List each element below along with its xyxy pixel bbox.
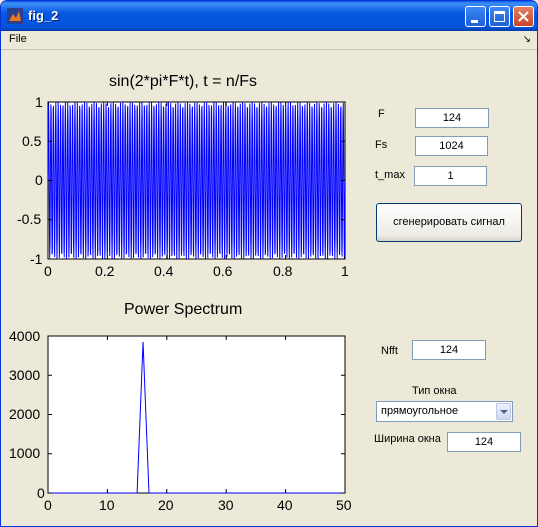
axes2-ytick-label: 2000 <box>9 406 41 422</box>
axes1-xtick-label: 0.6 <box>213 263 233 279</box>
axes2-ytick-label: 0 <box>37 485 45 501</box>
axes2-title: Power Spectrum <box>124 301 243 318</box>
axes1-ytick-label: 0 <box>35 172 43 188</box>
axes1-xtick-label: 0 <box>44 263 52 279</box>
window-width-input[interactable]: 124 <box>447 432 521 452</box>
tmax-label: t_max <box>375 169 405 181</box>
window-type-select[interactable]: прямоугольное <box>376 401 513 422</box>
axes2-ytick-label: 4000 <box>9 328 41 344</box>
axes1-title: sin(2*pi*F*t), t = n/Fs <box>109 73 258 90</box>
dropdown-arrow-icon[interactable] <box>496 403 511 420</box>
axes1-ytick-label: 0.5 <box>22 133 42 149</box>
window-width-label: Ширина окна <box>374 433 441 445</box>
axes2-ytick-label: 1000 <box>9 445 41 461</box>
f-label: F <box>378 108 385 120</box>
axes1-xtick-label: 0.2 <box>95 263 115 279</box>
fs-input[interactable]: 1024 <box>415 136 488 156</box>
axes2-xtick-label: 10 <box>99 497 115 513</box>
axes2-xtick-label: 30 <box>218 497 234 513</box>
axes2-xtick-label: 20 <box>158 497 174 513</box>
generate-signal-button[interactable]: сгенерировать сигнал <box>376 203 522 242</box>
axes1-ytick-label: -1 <box>30 251 43 267</box>
axes2-xtick-label: 50 <box>336 497 352 513</box>
window-type-label: Тип окна <box>412 385 457 397</box>
figure-window: fig_2 File ↘ sin(2*pi*F*t), t = n/Fs Pow… <box>0 0 538 527</box>
f-input[interactable]: 124 <box>415 108 489 128</box>
axes1-ytick-label: -0.5 <box>17 211 42 227</box>
axes1-xtick-label: 0.8 <box>273 263 293 279</box>
tmax-input[interactable]: 1 <box>414 166 487 186</box>
nfft-input[interactable]: 124 <box>412 340 486 360</box>
fs-label: Fs <box>375 139 388 151</box>
axes2-ytick-label: 3000 <box>9 367 41 383</box>
axes2-xtick-label: 0 <box>44 497 52 513</box>
axes2-box <box>47 335 346 494</box>
axes1-xtick-label: 1 <box>341 263 349 279</box>
nfft-label: Nfft <box>381 345 398 357</box>
axes1-xtick-label: 0.4 <box>154 263 174 279</box>
axes2-xtick-label: 40 <box>277 497 293 513</box>
window-type-value: прямоугольное <box>381 405 459 417</box>
axes1-ytick-label: 1 <box>35 94 43 110</box>
